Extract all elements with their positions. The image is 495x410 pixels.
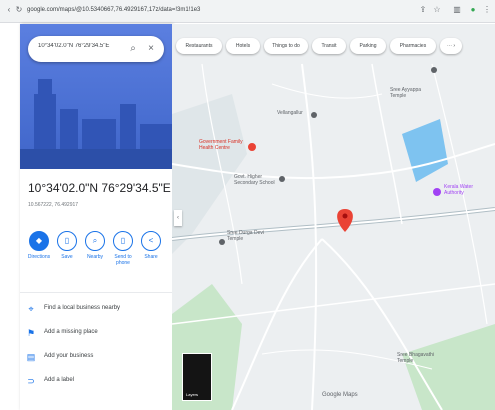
- temple-label[interactable]: Sree Ayyappa Temple: [390, 87, 430, 99]
- label-icon: ⊃: [27, 376, 35, 386]
- info-row-find-business[interactable]: ⌖ Find a local business nearby: [20, 302, 172, 318]
- share-label: Share: [144, 254, 158, 260]
- back-icon[interactable]: ‹: [4, 4, 14, 16]
- more-chips-button[interactable]: ⋯ ›: [440, 38, 462, 54]
- chip-transit[interactable]: Transit: [312, 38, 346, 54]
- address-bar[interactable]: google.com/maps/@10.5340667,76.4929167,1…: [27, 4, 317, 16]
- map-roads: [172, 63, 495, 410]
- decimal-coordinates: 10.567222, 76.492917: [28, 202, 79, 208]
- crosshair-icon: ⌖: [28, 304, 34, 314]
- save-label: Save: [61, 254, 73, 260]
- chip-hotels[interactable]: Hotels: [226, 38, 260, 54]
- phone-icon: ▯: [113, 231, 133, 251]
- browser-toolbar: ‹ ↻ google.com/maps/@10.5340667,76.49291…: [0, 0, 495, 23]
- info-row-add-missing-place[interactable]: ⚑ Add a missing place: [20, 326, 172, 342]
- poi-marker: [431, 67, 437, 73]
- info-row-add-label[interactable]: ⊃ Add a label: [20, 374, 172, 390]
- send-to-phone-button[interactable]: ▯ Send to phone: [110, 231, 136, 266]
- share-icon[interactable]: ⇪: [418, 4, 428, 16]
- google-logo: Google Maps: [322, 392, 358, 398]
- menu-icon[interactable]: ⋮: [482, 4, 492, 16]
- profile-icon[interactable]: ●: [468, 4, 478, 16]
- store-icon: ▤: [26, 352, 36, 362]
- share-icon: <: [141, 231, 161, 251]
- info-row-label: Find a local business nearby: [44, 305, 121, 311]
- nearby-icon: ⌕: [85, 231, 105, 251]
- collapse-panel-button[interactable]: ‹: [174, 210, 182, 226]
- close-icon[interactable]: ×: [144, 41, 158, 57]
- layers-button[interactable]: Layers: [182, 353, 212, 401]
- layers-label: Layers: [186, 392, 199, 397]
- directions-button[interactable]: ◆ Directions: [26, 231, 52, 260]
- temple-label[interactable]: Sree Durga Devi Temple: [227, 230, 267, 242]
- info-row-label: Add your business: [44, 353, 94, 359]
- school-label[interactable]: Govt. Higher Secondary School: [234, 174, 284, 186]
- directions-label: Directions: [27, 254, 51, 260]
- star-icon[interactable]: ☆: [432, 4, 442, 16]
- flag-icon: ⚑: [26, 328, 36, 338]
- place-panel: 10°34'02.0"N 76°29'34.5"E ⌕ × 10°34'02.0…: [20, 24, 172, 410]
- poi-marker: [311, 112, 317, 118]
- locality-label: Vellangallur: [277, 110, 303, 116]
- chip-things-to-do[interactable]: Things to do: [264, 38, 308, 54]
- chip-restaurants[interactable]: Restaurants: [176, 38, 222, 54]
- poi-marker: [433, 188, 441, 196]
- search-icon[interactable]: ⌕: [126, 41, 140, 57]
- info-row-add-business[interactable]: ▤ Add your business: [20, 350, 172, 366]
- divider: [20, 292, 172, 293]
- save-button[interactable]: ▯ Save: [54, 231, 80, 260]
- search-box[interactable]: 10°34'02.0"N 76°29'34.5"E ⌕ ×: [28, 36, 164, 62]
- map-canvas[interactable]: Restaurants Hotels Things to do Transit …: [172, 24, 495, 410]
- nearby-label: Nearby: [86, 254, 104, 260]
- location-pin: [337, 209, 353, 232]
- temple-label[interactable]: Sree Bhagavathi Temple: [397, 352, 437, 364]
- hospital-label[interactable]: Government Family Health Centre: [199, 139, 249, 151]
- directions-icon: ◆: [29, 231, 49, 251]
- info-row-label: Add a missing place: [44, 329, 98, 335]
- chip-parking[interactable]: Parking: [350, 38, 386, 54]
- bookmark-icon: ▯: [57, 231, 77, 251]
- category-chips: Restaurants Hotels Things to do Transit …: [172, 38, 495, 56]
- poi-label[interactable]: Kerala Water Authority: [444, 184, 492, 196]
- action-buttons: ◆ Directions ▯ Save ⌕ Nearby ▯ Send to p…: [20, 231, 172, 281]
- extensions-icon[interactable]: ▥: [452, 4, 462, 16]
- reload-icon[interactable]: ↻: [14, 4, 24, 16]
- water-body: [402, 119, 448, 182]
- place-title: 10°34'02.0"N 76°29'34.5"E: [28, 181, 171, 195]
- info-row-label: Add a label: [44, 377, 75, 383]
- search-input[interactable]: 10°34'02.0"N 76°29'34.5"E: [38, 43, 134, 49]
- share-button[interactable]: < Share: [138, 231, 164, 260]
- poi-marker: [219, 239, 225, 245]
- send-to-phone-label: Send to phone: [114, 254, 132, 266]
- chip-pharmacies[interactable]: Pharmacies: [390, 38, 436, 54]
- hospital-marker: [248, 143, 256, 151]
- nearby-button[interactable]: ⌕ Nearby: [82, 231, 108, 260]
